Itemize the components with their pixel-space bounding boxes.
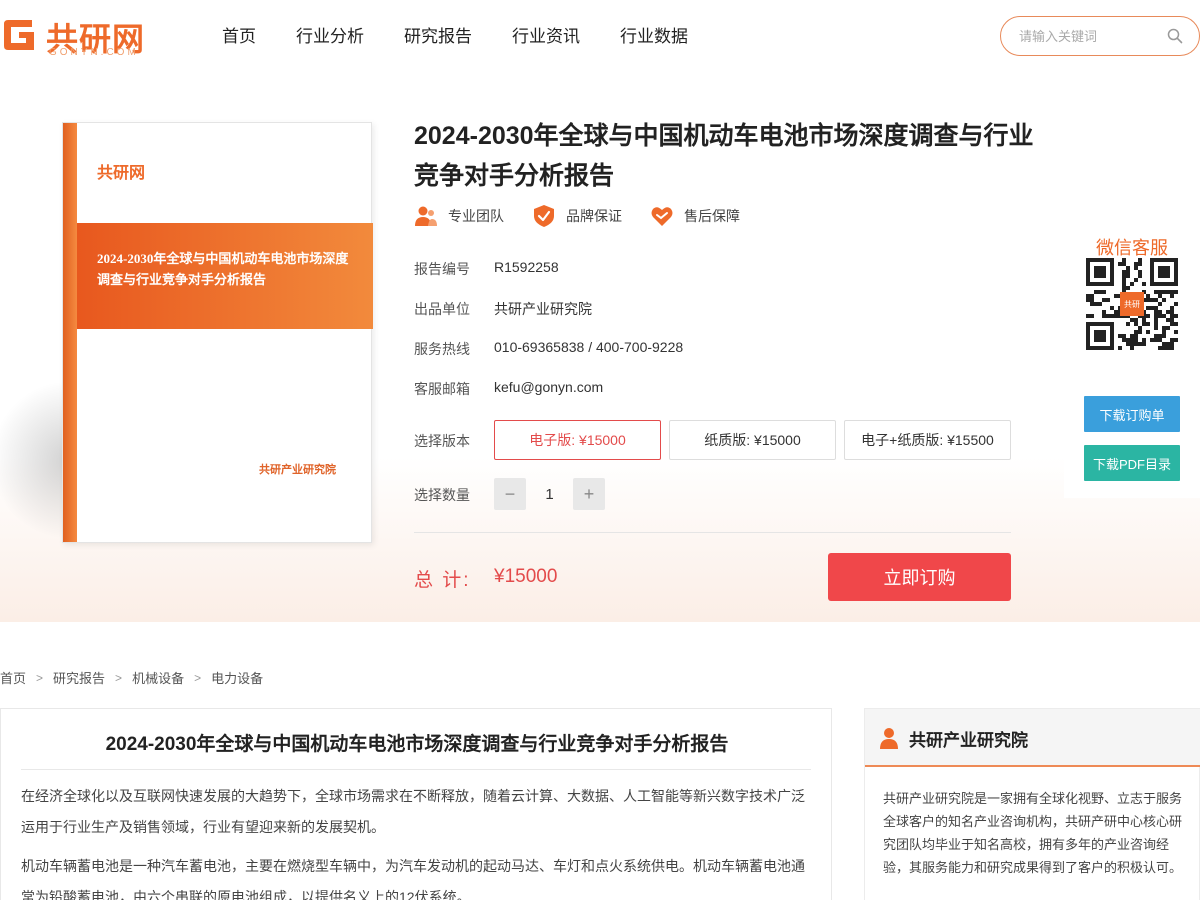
info-value[interactable]: kefu@gonyn.com	[494, 379, 894, 395]
total-label: 总 计:	[414, 570, 471, 591]
badge-brand-label: 品牌保证	[566, 208, 622, 224]
quantity-stepper: − 1 +	[494, 478, 605, 510]
quantity-value[interactable]: 1	[526, 486, 573, 503]
info-value: 共研产业研究院	[494, 301, 592, 317]
version-option-paper[interactable]: 纸质版: ¥15000	[669, 420, 836, 460]
logo-domain: GONYN.COM	[49, 47, 139, 58]
site-logo[interactable]: 共研网 GONYN.COM	[2, 12, 172, 60]
institute-card-text: 共研产业研究院是一家拥有全球化视野、立志于服务全球客户的知名产业咨询机构，共研产…	[883, 791, 1183, 875]
article-divider	[21, 769, 811, 770]
cover-publisher: 共研产业研究院	[259, 464, 336, 476]
info-value: R1592258	[494, 259, 559, 275]
version-option-electronic-paper[interactable]: 电子+纸质版: ¥15500	[844, 420, 1011, 460]
search-icon[interactable]	[1167, 28, 1183, 44]
breadcrumb-home[interactable]: 首页	[0, 668, 26, 687]
quantity-increment-button[interactable]: +	[573, 478, 605, 510]
info-key: 报告编号	[414, 261, 470, 277]
report-cover: 共研网 2024-2030年全球与中国机动车电池市场深度调查与行业竞争对手分析报…	[62, 122, 373, 543]
site-header: 共研网 GONYN.COM 首页 行业分析 研究报告 行业资讯 行业数据	[0, 0, 1200, 72]
handshake-heart-icon	[651, 207, 673, 226]
nav-item-industry-news[interactable]: 行业资讯	[512, 22, 580, 47]
main-nav: 首页 行业分析 研究报告 行业资讯 行业数据	[222, 22, 688, 47]
breadcrumb-research-reports[interactable]: 研究报告	[53, 668, 105, 687]
floating-service-panel: 微信客服 共研 下载订购单 下载PDF目录	[1064, 228, 1200, 498]
badge-aftersales-label: 售后保障	[684, 208, 740, 224]
person-icon	[880, 728, 898, 749]
cover-spine	[63, 123, 77, 542]
chevron-right-icon: >	[194, 670, 202, 685]
shield-check-icon	[534, 205, 554, 227]
quantity-label: 选择数量	[414, 487, 470, 503]
logo-g-icon	[4, 20, 34, 50]
info-key: 出品单位	[414, 301, 470, 317]
wechat-service-title: 微信客服	[1096, 238, 1168, 258]
version-label: 选择版本	[414, 433, 470, 449]
article-title: 2024-2030年全球与中国机动车电池市场深度调查与行业竞争对手分析报告	[105, 734, 729, 755]
info-key: 服务热线	[414, 341, 470, 357]
search-box	[1000, 16, 1200, 56]
info-key: 客服邮箱	[414, 381, 470, 397]
article-paragraph: 在经济全球化以及互联网快速发展的大趋势下，全球市场需求在不断释放，随着云计算、大…	[21, 788, 805, 835]
institute-card: 共研产业研究院 共研产业研究院是一家拥有全球化视野、立志于服务全球客户的知名产业…	[864, 708, 1200, 900]
version-options: 电子版: ¥15000 纸质版: ¥15000 电子+纸质版: ¥15500	[494, 420, 1011, 460]
wechat-qr-code: 共研	[1086, 258, 1178, 350]
breadcrumb: 首页 > 研究报告 > 机械设备 > 电力设备	[0, 668, 263, 687]
report-summary: 2024-2030年全球与中国机动车电池市场深度调查与行业竞争对手分析报告 在经…	[0, 708, 832, 900]
nav-item-industry-analysis[interactable]: 行业分析	[296, 22, 364, 47]
download-pdf-catalog-button[interactable]: 下载PDF目录	[1084, 445, 1180, 481]
cover-title-band: 2024-2030年全球与中国机动车电池市场深度调查与行业竞争对手分析报告	[77, 223, 373, 329]
chevron-right-icon: >	[115, 670, 123, 685]
team-icon	[415, 206, 437, 226]
nav-item-research-reports[interactable]: 研究报告	[404, 22, 472, 47]
version-option-electronic[interactable]: 电子版: ¥15000	[494, 420, 661, 460]
download-order-form-button[interactable]: 下载订购单	[1084, 396, 1180, 432]
institute-card-title: 共研产业研究院	[909, 731, 1028, 750]
nav-item-industry-data[interactable]: 行业数据	[620, 22, 688, 47]
product-title: 2024-2030年全球与中国机动车电池市场深度调查与行业竞争对手分析报告	[414, 122, 1034, 190]
cover-logo: 共研网	[97, 163, 146, 182]
nav-item-home[interactable]: 首页	[222, 22, 256, 47]
badge-team-label: 专业团队	[448, 208, 504, 224]
service-badges: 专业团队 品牌保证 售后保障	[414, 204, 740, 228]
institute-card-header: 共研产业研究院	[865, 709, 1200, 767]
breadcrumb-power-equipment[interactable]: 电力设备	[211, 668, 263, 687]
badge-brand: 品牌保证	[532, 204, 622, 228]
total-price: ¥15000	[494, 566, 558, 587]
breadcrumb-machinery[interactable]: 机械设备	[132, 668, 184, 687]
cover-shadow	[0, 380, 70, 540]
badge-aftersales: 售后保障	[650, 204, 740, 228]
divider	[414, 532, 1011, 533]
badge-team: 专业团队	[414, 204, 504, 228]
search-input[interactable]	[1019, 26, 1159, 46]
qr-center-logo: 共研	[1124, 300, 1140, 309]
buy-now-button[interactable]: 立即订购	[828, 553, 1011, 601]
article-paragraph: 机动车辆蓄电池是一种汽车蓄电池，主要在燃烧型车辆中，为汽车发动机的起动马达、车灯…	[21, 858, 805, 900]
cover-title: 2024-2030年全球与中国机动车电池市场深度调查与行业竞争对手分析报告	[97, 251, 349, 287]
chevron-right-icon: >	[36, 670, 44, 685]
info-value: 010-69365838 / 400-700-9228	[494, 339, 684, 355]
quantity-decrement-button[interactable]: −	[494, 478, 526, 510]
